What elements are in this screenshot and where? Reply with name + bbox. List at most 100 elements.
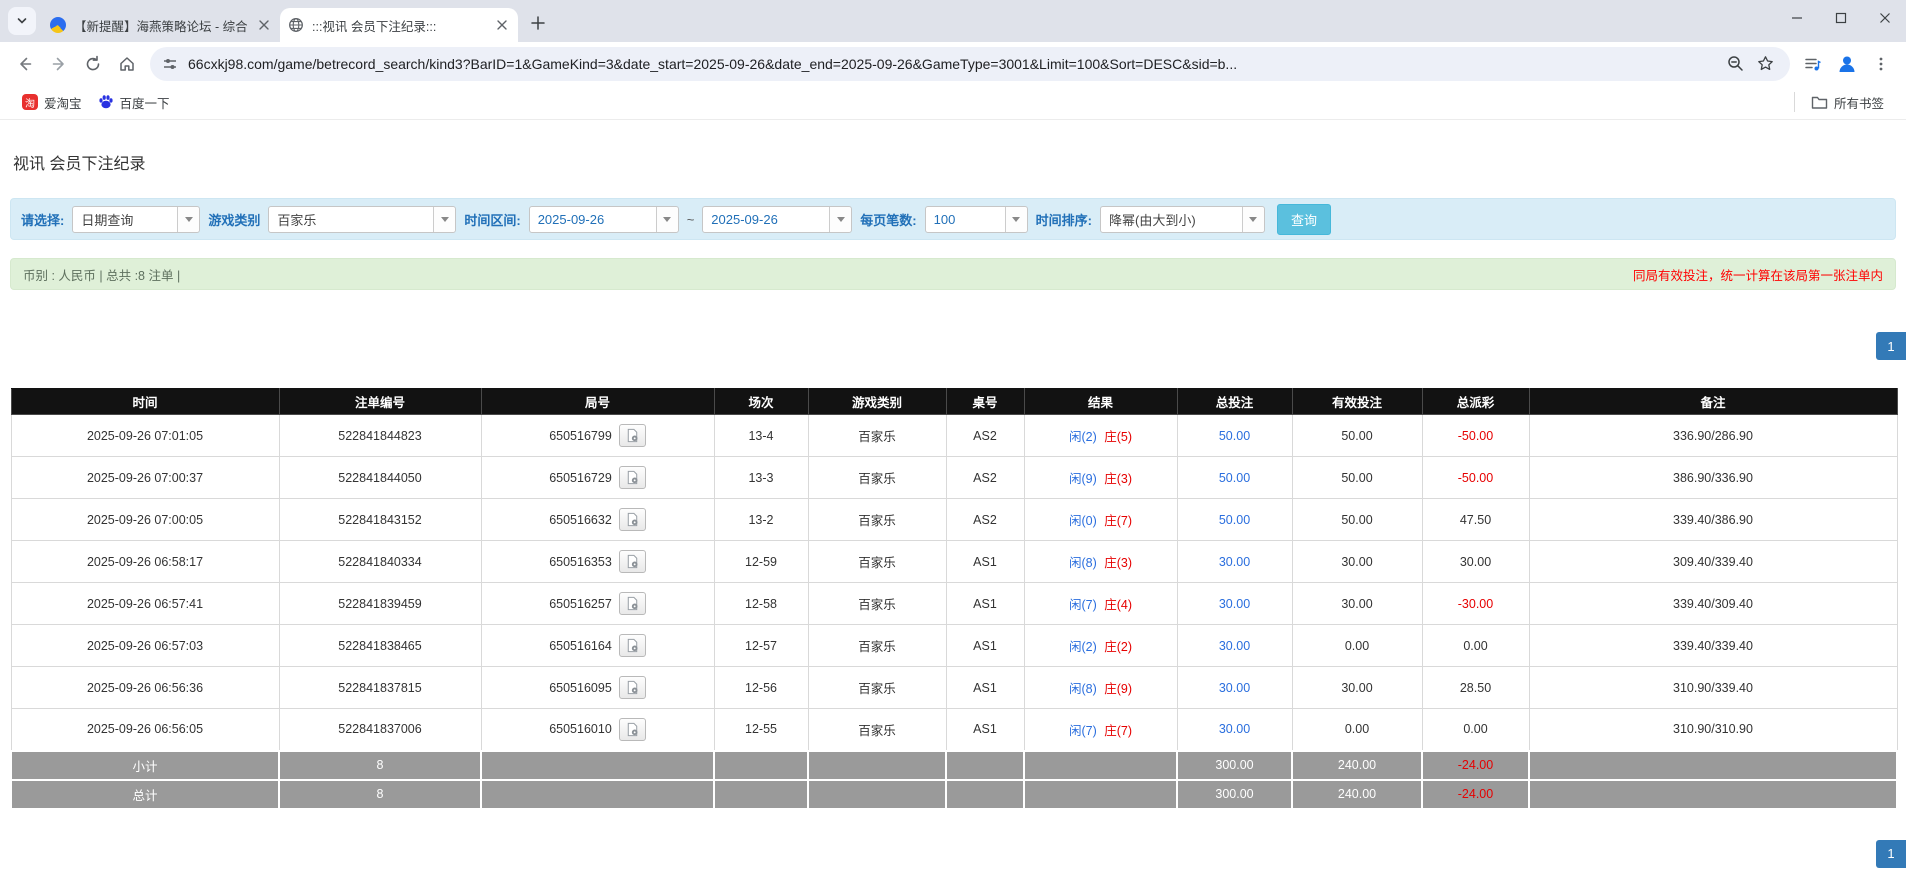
query-button[interactable]: 查询 [1277, 204, 1331, 235]
video-record-icon [625, 722, 640, 737]
date-start-select[interactable]: 2025-09-26 [529, 206, 679, 233]
table-row: 2025-09-26 06:57:03 522841838465 6505161… [11, 625, 1897, 667]
page-content: 视讯 会员下注纪录 请选择: 日期查询 游戏类别 百家乐 时间区间: 2025-… [0, 150, 1906, 868]
forward-icon [50, 55, 68, 73]
video-replay-button[interactable] [619, 592, 646, 615]
cell-payout: -30.00 [1422, 583, 1529, 625]
url-text[interactable]: 66cxkj98.com/game/betrecord_search/kind3… [188, 56, 1720, 72]
page-1-button[interactable]: 1 [1876, 332, 1906, 360]
baidu-paw-icon [98, 94, 114, 110]
result-player: 闲(7) [1069, 598, 1097, 612]
query-type-select[interactable]: 日期查询 [72, 206, 200, 233]
video-replay-button[interactable] [619, 424, 646, 447]
cell-total-bet[interactable]: 50.00 [1177, 415, 1292, 457]
col-session: 场次 [714, 389, 808, 415]
home-icon [118, 55, 136, 73]
cell-table: AS1 [946, 541, 1024, 583]
cell-game-type: 百家乐 [808, 499, 946, 541]
cell-total-bet[interactable]: 30.00 [1177, 625, 1292, 667]
bookmark-star-button[interactable] [1750, 49, 1780, 79]
media-controls-button[interactable] [1796, 47, 1830, 81]
cell-note: 310.90/339.40 [1529, 667, 1897, 709]
per-page-select[interactable]: 100 [925, 206, 1028, 233]
maximize-button[interactable] [1826, 4, 1856, 32]
close-window-button[interactable] [1870, 4, 1900, 32]
col-total-bet: 总投注 [1177, 389, 1292, 415]
per-page-value: 100 [926, 212, 1005, 227]
cell-total-bet[interactable]: 30.00 [1177, 667, 1292, 709]
summary-bar: 币别 : 人民币 | 总共 :8 注单 | 同局有效投注，统一计算在该局第一张注… [10, 258, 1896, 290]
all-bookmarks-button[interactable]: 所有书签 [1803, 89, 1892, 116]
sort-select[interactable]: 降幂(由大到小) [1100, 206, 1265, 233]
cell-total-bet[interactable]: 50.00 [1177, 499, 1292, 541]
video-replay-button[interactable] [619, 676, 646, 699]
result-player: 闲(0) [1069, 514, 1097, 528]
game-type-value: 百家乐 [269, 210, 433, 229]
cell-time: 2025-09-26 06:57:41 [11, 583, 279, 625]
tab-close-button[interactable] [255, 17, 272, 34]
page-1-button[interactable]: 1 [1876, 840, 1906, 868]
date-end-select[interactable]: 2025-09-26 [702, 206, 852, 233]
subtotal-total-bet: 300.00 [1177, 751, 1292, 780]
video-replay-button[interactable] [619, 508, 646, 531]
video-record-icon [625, 680, 640, 695]
cell-total-bet[interactable]: 50.00 [1177, 457, 1292, 499]
back-button[interactable] [8, 47, 42, 81]
new-tab-button[interactable] [524, 9, 552, 37]
tab-search-button[interactable] [8, 7, 36, 35]
bookmarks-bar: 淘 爱淘宝 百度一下 所有书签 [0, 85, 1906, 120]
bookmark-item-taobao[interactable]: 淘 爱淘宝 [14, 89, 90, 116]
video-replay-button[interactable] [619, 466, 646, 489]
tab-strip: 【新提醒】海燕策略论坛 - 综合 :::视讯 会员下注纪录::: [0, 0, 1906, 42]
query-type-value: 日期查询 [73, 210, 177, 229]
tab-close-button[interactable] [493, 17, 510, 34]
cell-note: 336.90/286.90 [1529, 415, 1897, 457]
date-range-label: 时间区间: [464, 210, 520, 229]
cell-valid-bet: 50.00 [1292, 499, 1422, 541]
browser-tab-forum[interactable]: 【新提醒】海燕策略论坛 - 综合 [42, 8, 280, 42]
forum-favicon-icon [50, 17, 66, 33]
result-banker: 庄(2) [1104, 640, 1132, 654]
cell-total-bet[interactable]: 30.00 [1177, 541, 1292, 583]
col-bet-id: 注单编号 [279, 389, 481, 415]
profile-avatar[interactable] [1830, 47, 1864, 81]
browser-menu-button[interactable] [1864, 47, 1898, 81]
cell-session: 12-59 [714, 541, 808, 583]
bookmark-label: 百度一下 [120, 93, 170, 112]
dropdown-arrow-icon [656, 207, 678, 232]
cell-table: AS1 [946, 709, 1024, 751]
address-bar[interactable]: 66cxkj98.com/game/betrecord_search/kind3… [150, 47, 1790, 81]
table-row: 2025-09-26 07:00:05 522841843152 6505166… [11, 499, 1897, 541]
cell-bet-id: 522841840334 [279, 541, 481, 583]
home-button[interactable] [110, 47, 144, 81]
result-player: 闲(2) [1069, 430, 1097, 444]
video-replay-button[interactable] [619, 718, 646, 741]
minimize-button[interactable] [1782, 4, 1812, 32]
cell-payout: 30.00 [1422, 541, 1529, 583]
person-icon [1835, 52, 1859, 76]
cell-payout: -50.00 [1422, 415, 1529, 457]
cell-total-bet[interactable]: 30.00 [1177, 709, 1292, 751]
zoom-out-icon [1727, 55, 1744, 72]
cell-round: 650516095 [481, 667, 714, 709]
bookmark-item-baidu[interactable]: 百度一下 [90, 89, 178, 116]
subtotal-payout: -24.00 [1422, 751, 1529, 780]
cell-round: 650516257 [481, 583, 714, 625]
video-record-icon [625, 596, 640, 611]
game-type-select[interactable]: 百家乐 [268, 206, 456, 233]
subtotal-label: 小计 [11, 751, 279, 780]
zoom-level-button[interactable] [1720, 49, 1750, 79]
result-banker: 庄(7) [1104, 724, 1132, 738]
cell-game-type: 百家乐 [808, 415, 946, 457]
cell-valid-bet: 30.00 [1292, 541, 1422, 583]
cell-total-bet[interactable]: 30.00 [1177, 583, 1292, 625]
browser-tab-betrecord[interactable]: :::视讯 会员下注纪录::: [280, 8, 518, 42]
table-header-row: 时间 注单编号 局号 场次 游戏类别 桌号 结果 总投注 有效投注 总派彩 备注 [11, 389, 1897, 415]
forward-button[interactable] [42, 47, 76, 81]
cell-time: 2025-09-26 06:57:03 [11, 625, 279, 667]
cell-table: AS1 [946, 625, 1024, 667]
video-replay-button[interactable] [619, 550, 646, 573]
reload-button[interactable] [76, 47, 110, 81]
video-replay-button[interactable] [619, 634, 646, 657]
table-row: 2025-09-26 07:00:37 522841844050 6505167… [11, 457, 1897, 499]
